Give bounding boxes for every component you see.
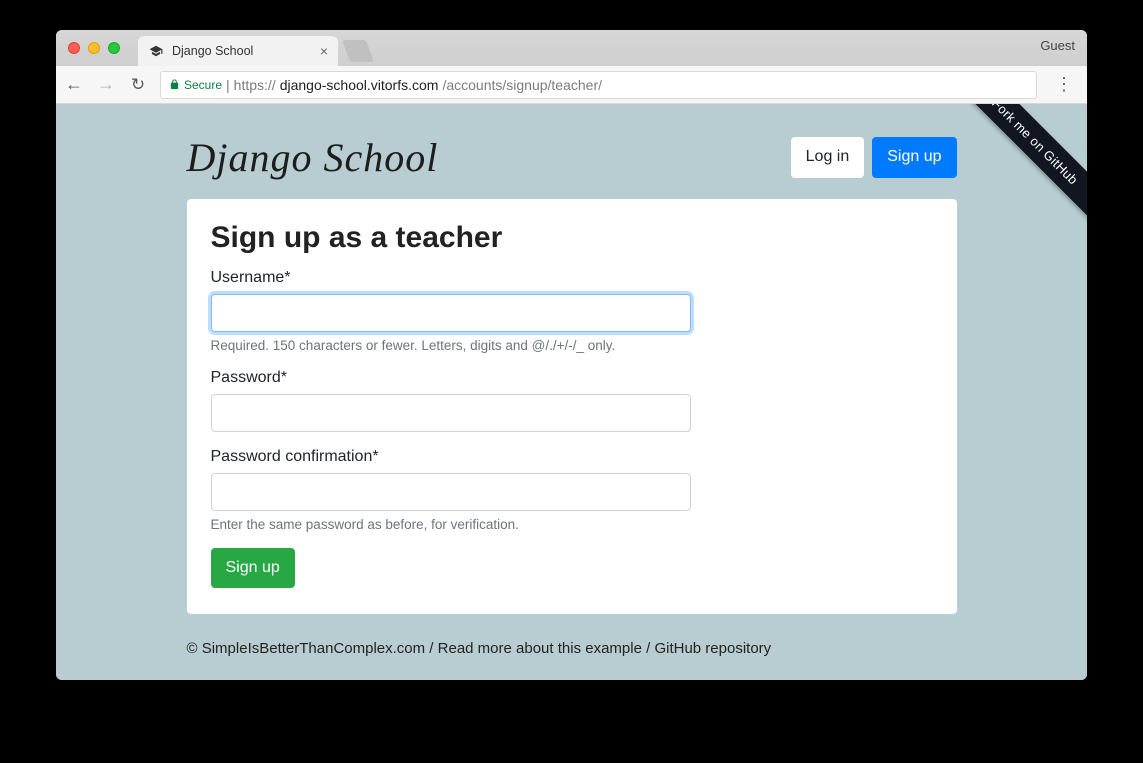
footer: © SimpleIsBetterThanComplex.com / Read m… xyxy=(187,640,957,657)
page-title: Sign up as a teacher xyxy=(211,221,933,255)
footer-readmore-link[interactable]: Read more about this example xyxy=(438,640,642,657)
submit-button[interactable]: Sign up xyxy=(211,548,295,588)
secure-label: Secure xyxy=(184,78,222,92)
url-scheme: https:// xyxy=(234,77,276,93)
traffic-lights xyxy=(56,30,132,66)
graduation-cap-icon xyxy=(148,43,164,59)
lock-icon: Secure xyxy=(169,78,222,92)
password-input[interactable] xyxy=(211,394,691,432)
page-viewport: Fork me on GitHub Django School Log in S… xyxy=(56,104,1087,680)
password-confirm-input[interactable] xyxy=(211,473,691,511)
username-group: Username* Required. 150 characters or fe… xyxy=(211,269,933,353)
url-path: /accounts/signup/teacher/ xyxy=(442,77,602,93)
password-confirm-help: Enter the same password as before, for v… xyxy=(211,517,933,532)
tab-strip: Django School × Guest xyxy=(56,30,1087,66)
signup-card: Sign up as a teacher Username* Required.… xyxy=(187,199,957,614)
window-close-button[interactable] xyxy=(68,42,80,54)
tab-title: Django School xyxy=(172,44,312,58)
password-confirm-label: Password confirmation* xyxy=(211,448,933,466)
close-tab-icon[interactable]: × xyxy=(320,43,328,59)
browser-window: Django School × Guest ← → ↻ Secure | htt… xyxy=(56,30,1087,680)
browser-tab[interactable]: Django School × xyxy=(138,36,338,66)
github-ribbon[interactable]: Fork me on GitHub xyxy=(953,104,1087,223)
password-group: Password* xyxy=(211,369,933,432)
address-bar[interactable]: Secure | https://django-school.vitorfs.c… xyxy=(160,71,1037,99)
username-input[interactable] xyxy=(211,294,691,332)
login-button[interactable]: Log in xyxy=(791,137,865,177)
username-label: Username* xyxy=(211,269,933,287)
window-maximize-button[interactable] xyxy=(108,42,120,54)
site-header: Django School Log in Sign up xyxy=(187,134,957,181)
site-brand[interactable]: Django School xyxy=(187,134,439,181)
guest-label[interactable]: Guest xyxy=(1040,38,1075,53)
signup-button[interactable]: Sign up xyxy=(872,137,956,177)
password-label: Password* xyxy=(211,369,933,387)
new-tab-button[interactable] xyxy=(342,40,374,62)
header-buttons: Log in Sign up xyxy=(791,137,957,177)
back-button[interactable]: ← xyxy=(64,74,84,95)
footer-copyright[interactable]: © SimpleIsBetterThanComplex.com xyxy=(187,640,426,657)
footer-sep-2: / xyxy=(642,640,655,657)
footer-sep-1: / xyxy=(425,640,438,657)
forward-button[interactable]: → xyxy=(96,74,116,95)
browser-menu-icon[interactable]: ⋮ xyxy=(1049,74,1079,95)
reload-button[interactable]: ↻ xyxy=(128,75,148,95)
password-confirm-group: Password confirmation* Enter the same pa… xyxy=(211,448,933,532)
page-container: Django School Log in Sign up Sign up as … xyxy=(172,104,972,677)
footer-repo-link[interactable]: GitHub repository xyxy=(654,640,771,657)
window-minimize-button[interactable] xyxy=(88,42,100,54)
browser-toolbar: ← → ↻ Secure | https://django-school.vit… xyxy=(56,66,1087,104)
url-host: django-school.vitorfs.com xyxy=(280,77,439,93)
username-help: Required. 150 characters or fewer. Lette… xyxy=(211,338,933,353)
